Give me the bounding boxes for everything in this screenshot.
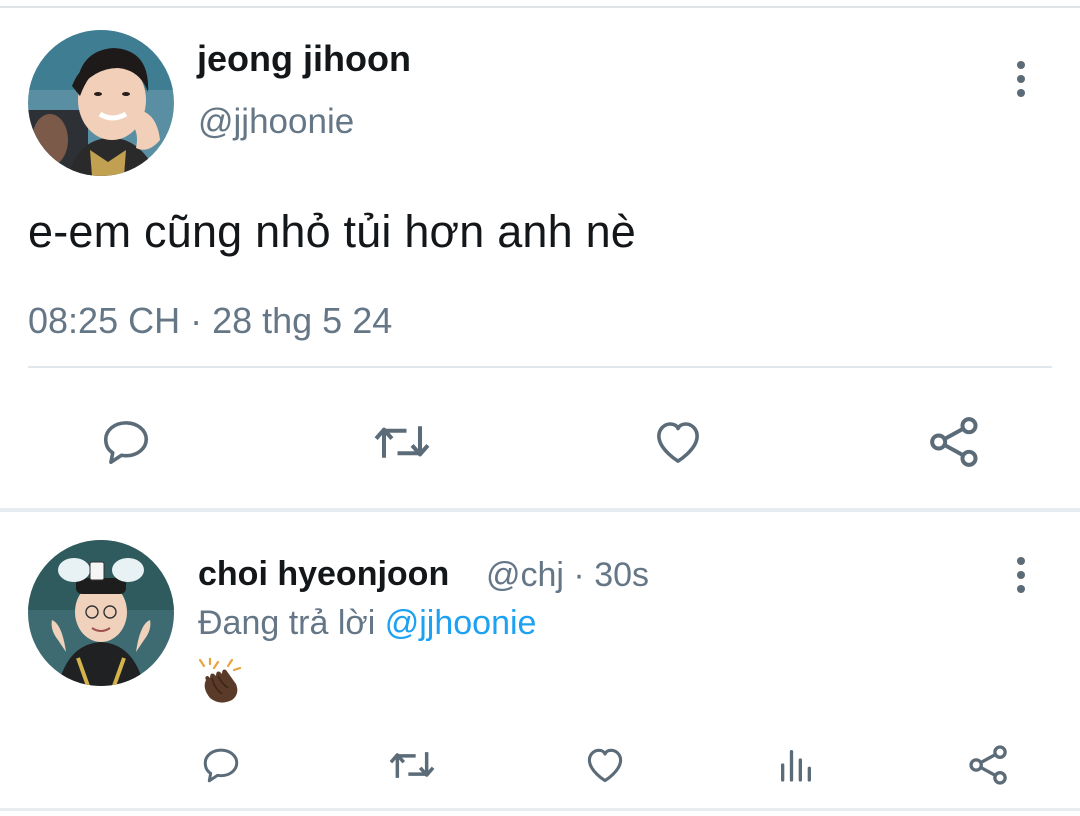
author-name[interactable]: jeong jihoon <box>197 38 411 80</box>
reply-author-avatar[interactable] <box>28 540 174 686</box>
dot-icon <box>1017 585 1025 593</box>
section-divider <box>0 508 1080 512</box>
reply-icon <box>203 748 239 783</box>
reply-button[interactable] <box>96 412 156 472</box>
reply-more-options-button[interactable] <box>1003 548 1039 602</box>
share-button[interactable] <box>926 412 984 472</box>
bottom-divider <box>0 808 1080 811</box>
author-avatar[interactable] <box>28 30 174 176</box>
analytics-icon <box>781 750 811 782</box>
share-icon <box>930 417 978 467</box>
dot-icon <box>1017 557 1025 565</box>
divider <box>28 366 1052 368</box>
replying-to: Đang trả lời @jjhoonie <box>198 604 536 643</box>
reply-author-name[interactable]: choi hyeonjoon <box>198 555 449 594</box>
avatar-photo-icon <box>28 540 174 686</box>
dot-icon <box>1017 61 1025 69</box>
clapping-hands-emoji <box>196 656 244 706</box>
dot-icon <box>1017 89 1025 97</box>
reply-retweet-button[interactable] <box>386 740 438 790</box>
reply-reply-button[interactable] <box>198 740 244 790</box>
reply-share-button[interactable] <box>966 740 1012 790</box>
reply-author-handle-time[interactable]: @chj · 30s <box>486 556 649 595</box>
tweet-text: e-em cũng nhỏ tủi hơn anh nè <box>28 206 637 257</box>
retweet-icon <box>389 752 435 778</box>
clapping-hands-icon <box>198 656 242 703</box>
author-handle[interactable]: @jjhoonie <box>198 102 354 142</box>
like-button[interactable] <box>648 412 708 472</box>
retweet-button[interactable] <box>370 412 434 472</box>
reply-analytics-button[interactable] <box>774 740 818 790</box>
top-divider <box>0 6 1080 8</box>
more-options-button[interactable] <box>1003 52 1039 106</box>
like-icon <box>587 748 623 783</box>
reply-icon <box>103 421 149 465</box>
dot-icon <box>1017 75 1025 83</box>
reply-like-button[interactable] <box>582 740 628 790</box>
retweet-icon <box>374 426 430 458</box>
avatar-photo-icon <box>28 30 174 176</box>
tweet-timestamp[interactable]: 08:25 CH · 28 thg 5 24 <box>28 300 392 342</box>
dot-icon <box>1017 571 1025 579</box>
share-icon <box>969 745 1007 785</box>
replying-mention-link[interactable]: @jjhoonie <box>385 604 537 642</box>
replying-prefix: Đang trả lời <box>198 604 376 642</box>
like-icon <box>657 422 699 463</box>
